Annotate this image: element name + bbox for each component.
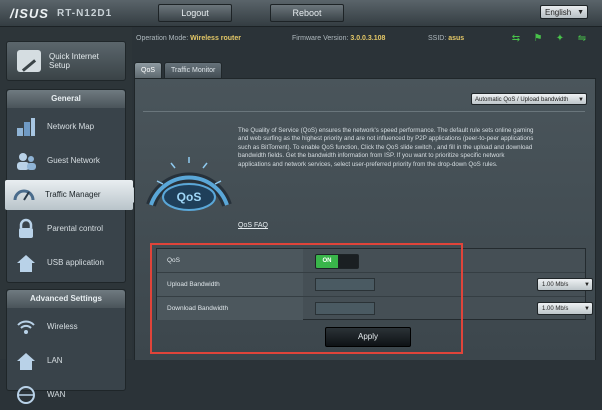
quick-setup-label: Quick Internet Setup [49, 52, 99, 70]
sidebar-item-network-map[interactable]: Network Map [7, 112, 125, 142]
sidebar-item-label: LAN [47, 356, 63, 365]
brand-logo: /ISUS RT-N12D1 [10, 5, 113, 21]
sidebar-item-wireless[interactable]: Wireless [7, 312, 125, 342]
ssid: SSID: asus [428, 35, 464, 42]
qos-faq-link[interactable]: QoS FAQ [238, 222, 268, 229]
qos-toggle-switch[interactable]: ON [315, 254, 359, 269]
download-bandwidth-input[interactable] [315, 302, 375, 315]
sidebar-item-guest-network[interactable]: Guest Network [7, 146, 125, 176]
toggle-on-label: ON [316, 255, 338, 268]
wireless-icon [17, 320, 35, 334]
tab-qos[interactable]: QoS [134, 62, 163, 79]
sidebar-item-label: USB application [47, 258, 104, 267]
sidebar-item-label: Guest Network [47, 156, 100, 165]
sidebar-item-lan[interactable]: LAN [7, 346, 125, 376]
client-status-icon[interactable]: ⚑ [532, 33, 544, 45]
qos-toggle-row: QoS ON [157, 249, 585, 273]
firmware-label: Firmware Version: [292, 35, 349, 42]
gauge-label: QoS [177, 190, 202, 204]
qos-toggle-label: QoS [157, 249, 303, 272]
sidebar-item-label: Wireless [47, 322, 78, 331]
download-bandwidth-label: Download Bandwidth [157, 297, 303, 320]
download-unit-value: 1.00 Mb/s [542, 306, 569, 312]
chevron-down-icon: ▼ [577, 9, 584, 16]
sidebar-item-traffic-manager[interactable]: Traffic Manager [5, 180, 141, 210]
ssid-value: asus [448, 35, 465, 42]
qos-gauge-icon: QoS [146, 157, 232, 211]
sidebar-item-label: WAN [47, 390, 66, 399]
sidebar-item-label: Network Map [47, 122, 95, 131]
general-menu: General Network Map Guest Network Traffi… [5, 89, 141, 283]
guest-network-icon [17, 153, 36, 170]
top-bar: /ISUS RT-N12D1 Logout Reboot English ▼ [0, 0, 602, 27]
qos-mode-select[interactable]: Automatic QoS / Upload bandwidth ▼ [471, 93, 587, 105]
tab-traffic-monitor[interactable]: Traffic Monitor [164, 62, 223, 79]
link-status-icon[interactable]: ⇋ [576, 33, 588, 45]
upload-bandwidth-row: Upload Bandwidth 1.00 Mb/s ▼ [157, 273, 593, 297]
advanced-menu: Advanced Settings Wireless LAN WAN [6, 289, 126, 404]
qos-mode-value: Automatic QoS / Upload bandwidth [475, 97, 569, 103]
language-select[interactable]: English ▼ [540, 5, 588, 19]
sidebar-item-wan[interactable]: WAN [7, 380, 125, 410]
qos-description: The Quality of Service (QoS) ensures the… [238, 127, 534, 168]
logout-button[interactable]: Logout [158, 4, 232, 22]
lan-icon [17, 353, 35, 370]
divider [143, 111, 585, 112]
operation-mode: Operation Mode: Wireless router [136, 35, 241, 42]
lock-icon [19, 218, 33, 238]
usb-status-icon[interactable]: ⇆ [510, 33, 522, 45]
globe-icon [17, 386, 35, 404]
tab-bar: QoS Traffic Monitor [134, 62, 223, 79]
sidebar-item-label: Traffic Manager [45, 190, 101, 199]
general-header: General [7, 90, 125, 108]
operation-mode-label: Operation Mode: [136, 35, 189, 42]
sidebar-item-parental-control[interactable]: Parental control [7, 214, 125, 244]
status-icons: ⇆ ⚑ ✦ ⇋ [510, 33, 588, 45]
firmware-value[interactable]: 3.0.0.3.108 [350, 35, 385, 42]
ssid-label: SSID: [428, 35, 447, 42]
wand-icon [17, 50, 41, 72]
network-map-icon [17, 118, 35, 136]
internet-status-icon[interactable]: ✦ [554, 33, 566, 45]
operation-mode-value[interactable]: Wireless router [190, 35, 241, 42]
upload-bandwidth-input[interactable] [315, 278, 375, 291]
upload-unit-select[interactable]: 1.00 Mb/s ▼ [537, 278, 593, 291]
sidebar-item-usb-application[interactable]: USB application [7, 248, 125, 278]
house-icon [17, 255, 35, 272]
firmware-version: Firmware Version: 3.0.0.3.108 [292, 35, 385, 42]
apply-button[interactable]: Apply [325, 327, 411, 347]
chevron-down-icon: ▼ [584, 306, 590, 312]
traffic-manager-icon [13, 189, 35, 201]
upload-bandwidth-label: Upload Bandwidth [157, 273, 303, 296]
language-value: English [545, 8, 572, 17]
advanced-header: Advanced Settings [7, 290, 125, 308]
download-unit-select[interactable]: 1.00 Mb/s ▼ [537, 302, 593, 315]
sidebar-item-label: Parental control [47, 224, 104, 233]
qos-settings-table: QoS ON Upload Bandwidth 1.00 Mb/s ▼ Down… [156, 248, 593, 320]
reboot-button[interactable]: Reboot [270, 4, 344, 22]
product-model: RT-N12D1 [56, 7, 113, 19]
status-bar: Operation Mode: Wireless router Firmware… [132, 27, 602, 51]
brand-name: /ISUS [10, 5, 49, 21]
sidebar: Quick Internet Setup General Network Map… [0, 27, 141, 404]
quick-setup-button[interactable]: Quick Internet Setup [6, 41, 126, 81]
chevron-down-icon: ▼ [578, 97, 584, 103]
chevron-down-icon: ▼ [584, 282, 590, 288]
upload-unit-value: 1.00 Mb/s [542, 282, 569, 288]
download-bandwidth-row: Download Bandwidth 1.00 Mb/s ▼ [157, 297, 593, 320]
